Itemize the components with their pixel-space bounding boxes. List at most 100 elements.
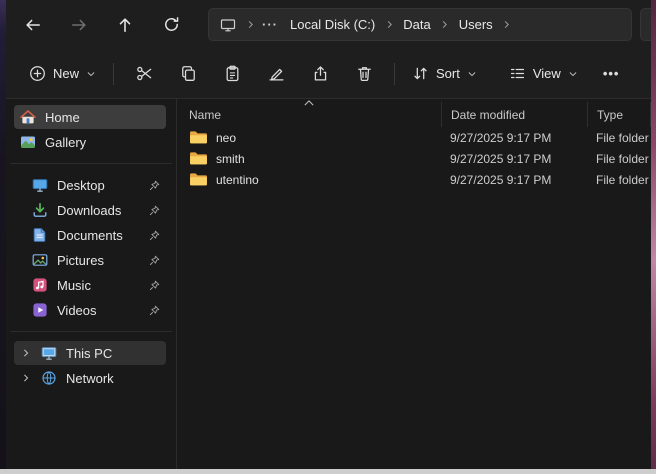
- plus-circle-icon: [29, 65, 46, 82]
- file-type-cell: File folder: [587, 131, 651, 145]
- sidebar-item-downloads[interactable]: Downloads: [14, 198, 166, 222]
- home-icon: [20, 109, 36, 125]
- sidebar-item-pictures[interactable]: Pictures: [14, 248, 166, 272]
- toolbar-separator: [394, 63, 395, 85]
- sidebar-item-home[interactable]: Home: [14, 105, 166, 129]
- breadcrumb-ellipsis[interactable]: ···: [257, 17, 283, 32]
- more-options-button[interactable]: •••: [603, 66, 620, 81]
- command-toolbar: New: [6, 49, 651, 99]
- desktop-icon: [32, 177, 48, 193]
- up-button[interactable]: [108, 9, 142, 41]
- toolbar-separator: [113, 63, 114, 85]
- chevron-right-icon[interactable]: [243, 11, 257, 38]
- refresh-button[interactable]: [154, 9, 188, 41]
- sidebar-item-label: Music: [57, 278, 91, 293]
- copy-icon: [180, 65, 197, 82]
- cut-button[interactable]: [124, 57, 164, 91]
- navigation-bar: ··· Local Disk (C:) Data Users: [6, 0, 651, 49]
- trash-icon: [356, 65, 373, 82]
- address-bar[interactable]: ··· Local Disk (C:) Data Users: [208, 8, 632, 41]
- sidebar-item-network[interactable]: Network: [14, 366, 166, 390]
- file-row-utentino[interactable]: utentino 9/27/2025 9:17 PM File folder: [177, 169, 651, 190]
- pin-icon: [149, 280, 160, 291]
- chevron-down-icon: [86, 69, 96, 79]
- refresh-icon: [163, 16, 180, 33]
- chevron-right-icon[interactable]: [382, 11, 396, 38]
- file-date-cell: 9/27/2025 9:17 PM: [441, 131, 587, 145]
- search-box: [640, 8, 651, 41]
- sidebar-item-music[interactable]: Music: [14, 273, 166, 297]
- sort-arrows-icon: [412, 65, 429, 82]
- paste-button[interactable]: [212, 57, 252, 91]
- expand-chevron-icon[interactable]: [20, 348, 32, 358]
- breadcrumb-root[interactable]: [213, 11, 243, 38]
- file-row-smith[interactable]: smith 9/27/2025 9:17 PM File folder: [177, 148, 651, 169]
- folder-icon: [189, 151, 208, 166]
- pin-icon: [149, 180, 160, 191]
- sort-button[interactable]: Sort: [403, 57, 486, 91]
- network-globe-icon: [41, 370, 57, 386]
- breadcrumb-item-local-disk[interactable]: Local Disk (C:): [283, 11, 382, 38]
- back-button[interactable]: [16, 9, 50, 41]
- folder-icon: [189, 130, 208, 145]
- new-button[interactable]: New: [20, 57, 105, 91]
- breadcrumb-item-users[interactable]: Users: [452, 11, 500, 38]
- share-button[interactable]: [300, 57, 340, 91]
- sidebar-divider: [10, 163, 172, 164]
- this-pc-monitor-icon: [220, 17, 236, 33]
- chevron-down-icon: [467, 69, 477, 79]
- downloads-icon: [32, 202, 48, 218]
- sidebar-item-this-pc[interactable]: This PC: [14, 341, 166, 365]
- sidebar-item-label: Network: [66, 371, 114, 386]
- sidebar-item-documents[interactable]: Documents: [14, 223, 166, 247]
- view-list-icon: [509, 65, 526, 82]
- scissors-icon: [136, 65, 153, 82]
- rename-button[interactable]: [256, 57, 296, 91]
- sidebar-item-label: Gallery: [45, 135, 86, 150]
- column-header-row: Name Date modified Type: [177, 102, 651, 127]
- desktop-edge-right: [651, 0, 656, 474]
- sidebar-item-label: Videos: [57, 303, 97, 318]
- sidebar-item-videos[interactable]: Videos: [14, 298, 166, 322]
- file-type-cell: File folder: [587, 152, 651, 166]
- sort-ascending-icon: [304, 100, 314, 106]
- view-button[interactable]: View: [500, 57, 587, 91]
- expand-chevron-icon[interactable]: [20, 373, 32, 383]
- back-arrow-icon: [24, 16, 42, 34]
- file-name: neo: [216, 131, 236, 145]
- file-explorer-window: ··· Local Disk (C:) Data Users: [6, 0, 651, 469]
- file-row-neo[interactable]: neo 9/27/2025 9:17 PM File folder: [177, 127, 651, 148]
- breadcrumb-label: Data: [403, 17, 430, 32]
- file-date-cell: 9/27/2025 9:17 PM: [441, 173, 587, 187]
- file-name: smith: [216, 152, 245, 166]
- sidebar-item-desktop[interactable]: Desktop: [14, 173, 166, 197]
- breadcrumb-item-data[interactable]: Data: [396, 11, 437, 38]
- sidebar-item-label: This PC: [66, 346, 112, 361]
- forward-arrow-icon: [70, 16, 88, 34]
- chevron-right-icon[interactable]: [438, 11, 452, 38]
- pin-icon: [149, 305, 160, 316]
- chevron-right-icon[interactable]: [500, 11, 514, 38]
- delete-button[interactable]: [344, 57, 384, 91]
- sidebar-item-label: Downloads: [57, 203, 121, 218]
- column-header-name[interactable]: Name: [177, 102, 441, 127]
- rename-pencil-icon: [268, 65, 285, 82]
- sidebar-item-label: Documents: [57, 228, 123, 243]
- sidebar-item-gallery[interactable]: Gallery: [14, 130, 166, 154]
- desktop-edge-bottom: [0, 469, 656, 474]
- view-button-label: View: [533, 66, 561, 81]
- column-header-label: Date modified: [451, 108, 525, 122]
- videos-icon: [32, 302, 48, 318]
- pictures-icon: [32, 252, 48, 268]
- column-header-date-modified[interactable]: Date modified: [441, 102, 587, 127]
- column-header-label: Type: [597, 108, 623, 122]
- folder-icon: [189, 172, 208, 187]
- column-header-type[interactable]: Type: [587, 102, 651, 127]
- share-icon: [312, 65, 329, 82]
- copy-button[interactable]: [168, 57, 208, 91]
- new-button-label: New: [53, 66, 79, 81]
- file-name: utentino: [216, 173, 259, 187]
- music-icon: [32, 277, 48, 293]
- forward-button[interactable]: [62, 9, 96, 41]
- file-explorer-screen: ··· Local Disk (C:) Data Users: [0, 0, 656, 474]
